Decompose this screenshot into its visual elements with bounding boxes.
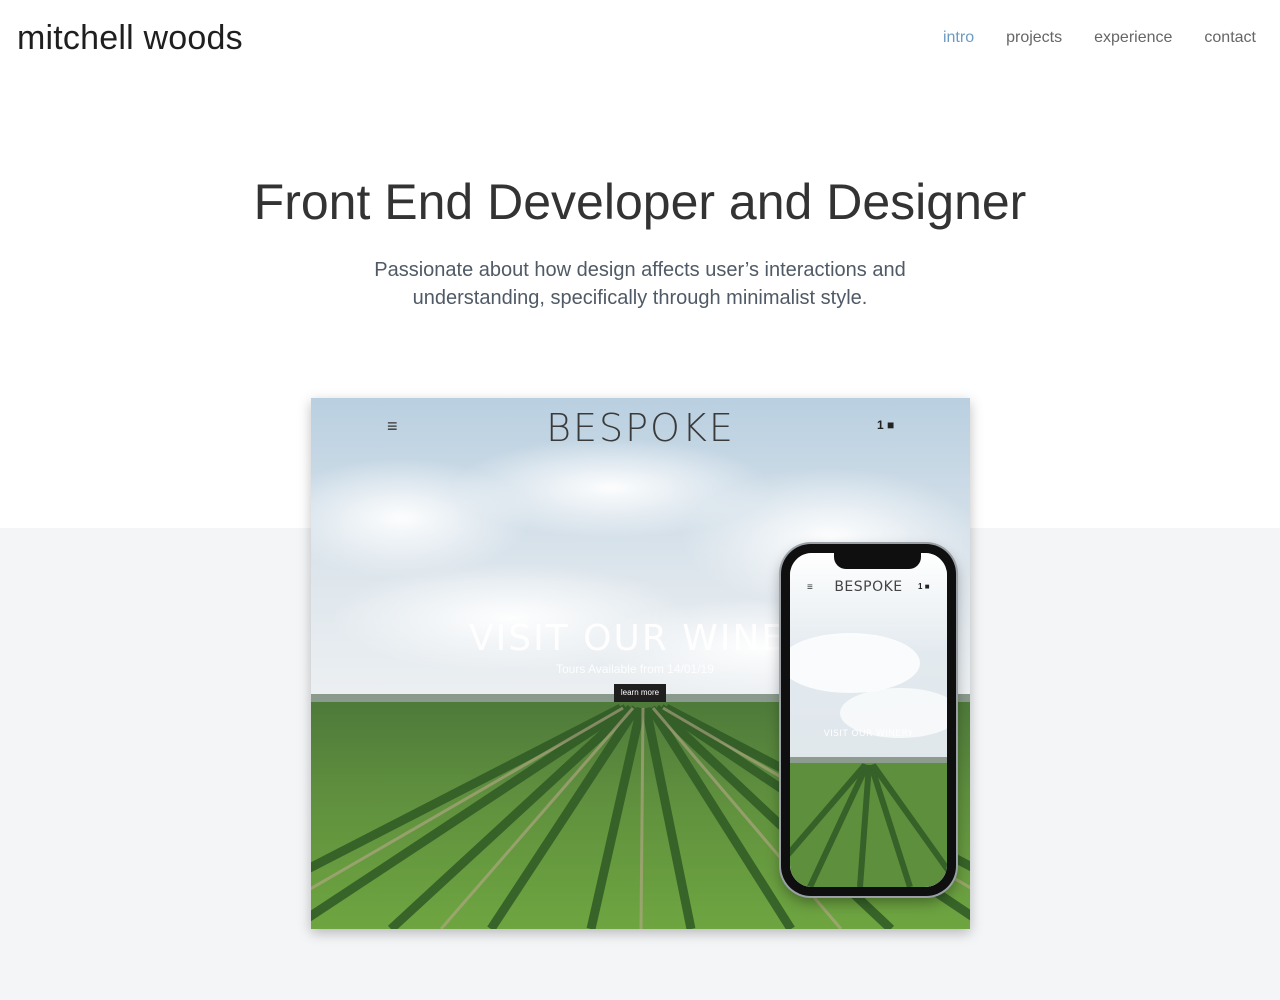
phone-cart-count: 1: [918, 582, 923, 591]
phone-screen: ≡ BESPOKE 1 ■ VISIT OUR WINERY: [790, 553, 947, 887]
nav-intro[interactable]: intro: [943, 28, 974, 48]
nav-projects[interactable]: projects: [1006, 28, 1062, 48]
cart-count: 1: [877, 418, 884, 432]
phone-notch: [834, 553, 921, 569]
page: mitchell woods intro projects experience…: [0, 0, 1280, 1000]
phone-headline: VISIT OUR WINERY: [823, 729, 914, 739]
project-phone-mockup[interactable]: ≡ BESPOKE 1 ■ VISIT OUR WINERY: [781, 544, 956, 896]
hero-section: Front End Developer and Designer Passion…: [0, 170, 1280, 312]
main-nav: intro projects experience contact: [911, 28, 1256, 48]
phone-shopping-bag-icon: ■: [924, 582, 930, 591]
hero-title: Front End Developer and Designer: [253, 174, 1027, 230]
phone-cart-indicator: 1 ■: [918, 582, 930, 591]
phone-vineyard-image: [790, 553, 947, 887]
hero-subtitle: Passionate about how design affects user…: [374, 259, 906, 309]
shopping-bag-icon: ■: [887, 418, 895, 432]
cart-indicator[interactable]: 1 ■: [877, 418, 894, 432]
nav-experience[interactable]: experience: [1094, 28, 1172, 48]
mockup-logo: BESPOKE: [546, 406, 735, 450]
learn-more-button[interactable]: learn more: [614, 684, 666, 702]
site-header: mitchell woods intro projects experience…: [0, 0, 1280, 80]
mockup-headline: VISIT OUR WINERY: [469, 618, 835, 659]
nav-contact[interactable]: contact: [1204, 28, 1256, 48]
mockup-subline: Tours Available from 14/01/19: [556, 662, 714, 676]
brand-name[interactable]: mitchell woods: [17, 16, 243, 60]
